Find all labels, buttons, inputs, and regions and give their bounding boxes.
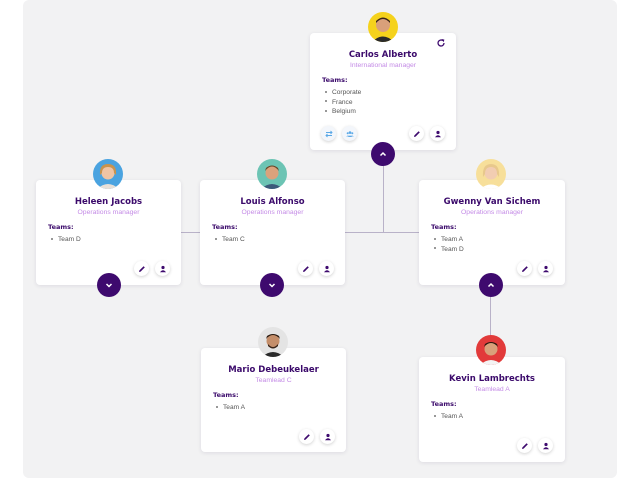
- employee-name: Carlos Alberto: [348, 50, 418, 60]
- teams-label: Teams:: [48, 223, 74, 231]
- edit-button[interactable]: [134, 261, 149, 276]
- expand-button[interactable]: [260, 273, 284, 297]
- team-list: Team A Team D: [431, 235, 464, 254]
- employee-card-mario[interactable]: Mario Debeukelaer Teamlead C Teams: Team…: [201, 348, 346, 452]
- pencil-icon: [521, 442, 528, 449]
- profile-button[interactable]: [538, 438, 553, 453]
- profile-button[interactable]: [320, 429, 335, 444]
- employee-role: Teamlead A: [474, 386, 510, 393]
- user-icon: [323, 265, 330, 272]
- employee-name: Mario Debeukelaer: [228, 365, 319, 375]
- employee-card-carlos[interactable]: Carlos Alberto International manager Tea…: [310, 33, 456, 150]
- user-icon: [434, 130, 441, 137]
- edit-button[interactable]: [299, 429, 314, 444]
- team-item: Team C: [212, 235, 245, 245]
- team-list: Team A: [431, 412, 463, 422]
- employee-name: Gwenny Van Sichem: [443, 197, 541, 207]
- team-item: Team D: [48, 235, 81, 245]
- edit-button[interactable]: [517, 261, 532, 276]
- teams-label: Teams:: [212, 223, 238, 231]
- employee-role: International manager: [349, 62, 417, 69]
- teams-label: Teams:: [431, 400, 457, 408]
- team-list: Corporate France Belgium: [322, 88, 361, 117]
- pencil-icon: [413, 130, 420, 137]
- employee-name: Heleen Jacobs: [74, 197, 143, 207]
- edit-button[interactable]: [517, 438, 532, 453]
- avatar: [476, 159, 506, 189]
- team-item: Team A: [431, 412, 463, 422]
- profile-button[interactable]: [538, 261, 553, 276]
- profile-button[interactable]: [155, 261, 170, 276]
- team-members-button[interactable]: [342, 126, 357, 141]
- teams-label: Teams:: [213, 391, 239, 399]
- chevron-down-icon: [105, 283, 113, 288]
- pencil-icon: [302, 265, 309, 272]
- avatar: [258, 327, 288, 357]
- pencil-icon: [521, 265, 528, 272]
- team-list: Team D: [48, 235, 81, 245]
- pencil-icon: [138, 265, 145, 272]
- employee-card-kevin[interactable]: Kevin Lambrechts Teamlead A Teams: Team …: [419, 357, 565, 462]
- chevron-up-icon: [487, 282, 495, 288]
- employee-role: Teamlead C: [255, 377, 292, 384]
- team-list: Team C: [212, 235, 245, 245]
- employee-role: Operations manager: [461, 209, 523, 216]
- avatar: [93, 159, 123, 189]
- avatar: [476, 335, 506, 365]
- user-icon: [542, 265, 549, 272]
- teams-label: Teams:: [431, 223, 457, 231]
- edit-button[interactable]: [409, 126, 424, 141]
- employee-role: Operations manager: [241, 209, 304, 216]
- group-icon: [345, 130, 354, 137]
- avatar: [368, 12, 398, 42]
- swap-button[interactable]: [321, 126, 336, 141]
- collapse-button[interactable]: [371, 142, 395, 166]
- chevron-down-icon: [268, 283, 276, 288]
- avatar: [257, 159, 287, 189]
- user-icon: [542, 442, 549, 449]
- user-icon: [324, 433, 331, 440]
- team-item: Team D: [431, 245, 464, 255]
- expand-button[interactable]: [97, 273, 121, 297]
- profile-button[interactable]: [430, 126, 445, 141]
- team-item: Corporate: [322, 88, 361, 98]
- user-icon: [159, 265, 166, 272]
- connector-line: [383, 164, 384, 233]
- pencil-icon: [303, 433, 310, 440]
- employee-card-louis[interactable]: Louis Alfonso Operations manager Teams: …: [200, 180, 345, 285]
- team-item: France: [322, 98, 361, 108]
- refresh-icon[interactable]: [436, 38, 446, 48]
- employee-role: Operations manager: [77, 209, 140, 216]
- team-list: Team A: [213, 403, 245, 413]
- team-item: Team A: [213, 403, 245, 413]
- collapse-button[interactable]: [479, 273, 503, 297]
- teams-label: Teams:: [322, 76, 348, 84]
- employee-card-gwenny[interactable]: Gwenny Van Sichem Operations manager Tea…: [419, 180, 565, 285]
- employee-card-heleen[interactable]: Heleen Jacobs Operations manager Teams: …: [36, 180, 181, 285]
- swap-icon: [324, 130, 333, 137]
- employee-name: Louis Alfonso: [240, 197, 305, 207]
- profile-button[interactable]: [319, 261, 334, 276]
- team-item: Team A: [431, 235, 464, 245]
- employee-name: Kevin Lambrechts: [449, 374, 535, 384]
- edit-button[interactable]: [298, 261, 313, 276]
- team-item: Belgium: [322, 107, 361, 117]
- chevron-up-icon: [379, 151, 387, 157]
